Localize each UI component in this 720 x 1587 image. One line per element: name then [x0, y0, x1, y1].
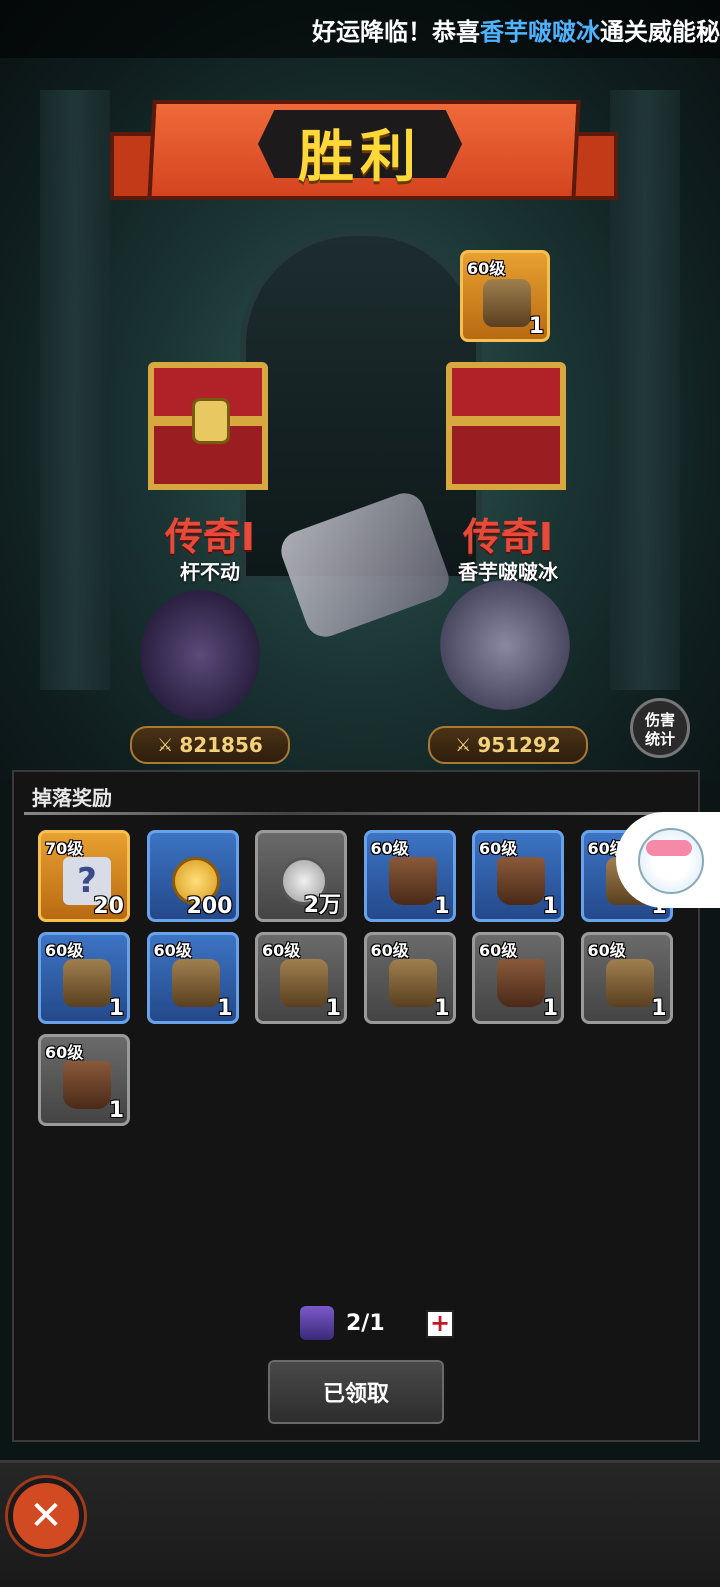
- lock-icon: [192, 398, 230, 444]
- battle-scene: 好运降临！恭喜香芋啵啵冰通关威能秘 胜利 60级 1 传奇I 杆不动 传奇I 香…: [0, 0, 720, 780]
- item-count: 1: [651, 996, 667, 1021]
- damage-stats-button[interactable]: 伤害 统计: [630, 698, 690, 758]
- reward-item[interactable]: 60级 1: [472, 830, 564, 922]
- reward-item[interactable]: 60级 1: [255, 932, 347, 1024]
- reward-item[interactable]: 60级 1: [38, 932, 130, 1024]
- item-count: 1: [108, 996, 124, 1021]
- rewards-title: 掉落奖励: [32, 786, 112, 810]
- player2-damage-score: ⚔ 951292: [428, 726, 588, 764]
- belt-icon: [63, 959, 111, 1007]
- item-count: 1: [542, 996, 558, 1021]
- chest-armor-icon: [388, 959, 437, 1007]
- swords-icon: ⚔: [455, 734, 472, 756]
- victory-banner: 胜利: [110, 92, 618, 202]
- hero-avatar-1: [140, 590, 260, 720]
- bonus-reward-item[interactable]: 60级 1: [460, 250, 550, 342]
- item-level: 60级: [45, 1043, 84, 1062]
- penguin-icon: [638, 828, 704, 894]
- scarf-icon: [646, 840, 692, 856]
- player1-name: 杆不动: [180, 560, 240, 584]
- ticket-icon: [300, 1306, 334, 1340]
- pillar: [610, 90, 680, 690]
- item-count: 1: [325, 996, 341, 1021]
- swords-icon: ⚔: [157, 734, 174, 756]
- boots-icon: [497, 857, 545, 905]
- item-level: 60级: [370, 941, 409, 960]
- shoulder-icon: [171, 959, 220, 1007]
- reward-item[interactable]: 60级 1: [146, 932, 239, 1024]
- ticket-value: 2/1: [346, 1310, 385, 1336]
- item-count: 1: [108, 1098, 124, 1123]
- close-button[interactable]: ✕: [8, 1478, 84, 1554]
- item-level: 60级: [479, 839, 518, 858]
- reward-item[interactable]: 200: [146, 830, 239, 922]
- item-count: 1: [434, 894, 450, 919]
- player1-rank: 传奇I: [164, 515, 256, 559]
- pillar: [40, 90, 110, 690]
- hero-avatar-2: [440, 580, 570, 710]
- item-level: 60级: [153, 941, 192, 960]
- reward-item[interactable]: 60级 1: [363, 932, 456, 1024]
- legendary-chest-icon[interactable]: [144, 362, 272, 492]
- item-count: 2万: [303, 893, 341, 918]
- reward-item[interactable]: 60级 1: [38, 1034, 130, 1126]
- item-level: 60级: [45, 941, 84, 960]
- reward-item[interactable]: 2万: [255, 830, 347, 922]
- victory-title: 胜利: [298, 125, 422, 190]
- item-level: 60级: [587, 941, 626, 960]
- bow-icon: [605, 959, 654, 1007]
- reward-item[interactable]: 60级 1: [580, 932, 673, 1024]
- item-count: 20: [93, 894, 124, 919]
- item-level: 70级: [45, 839, 84, 858]
- add-ticket-button[interactable]: +: [426, 1310, 454, 1338]
- reward-item[interactable]: 60级 1: [363, 830, 456, 922]
- item-level: 60级: [479, 941, 518, 960]
- ticker-player-name: 香芋啵啵冰: [480, 18, 600, 46]
- helmet-icon: [483, 279, 531, 327]
- floating-assistant-button[interactable]: [616, 812, 720, 908]
- divider: [24, 812, 684, 815]
- ticket-counter: 2/1: [300, 1306, 385, 1340]
- item-level: 60级: [370, 839, 409, 858]
- item-count: 1: [542, 894, 558, 919]
- item-count: 1: [217, 996, 233, 1021]
- announcement-ticker: 好运降临！恭喜香芋啵啵冰通关威能秘: [0, 0, 720, 58]
- item-level: 60级: [262, 941, 301, 960]
- claimed-button[interactable]: 已领取: [264, 1356, 448, 1428]
- item-count: 1: [434, 996, 450, 1021]
- boots-icon: [388, 857, 437, 905]
- gauntlet-icon: [63, 1061, 111, 1109]
- player1-damage-score: ⚔ 821856: [130, 726, 290, 764]
- spear-icon: [280, 959, 328, 1007]
- reward-item[interactable]: 60级 1: [472, 932, 564, 1024]
- gauntlet-icon: [497, 959, 545, 1007]
- item-count: 200: [186, 894, 233, 919]
- opened-chest-icon: [442, 362, 570, 492]
- bottom-bar: [0, 1460, 720, 1587]
- reward-item[interactable]: ? 70级 20: [38, 830, 130, 922]
